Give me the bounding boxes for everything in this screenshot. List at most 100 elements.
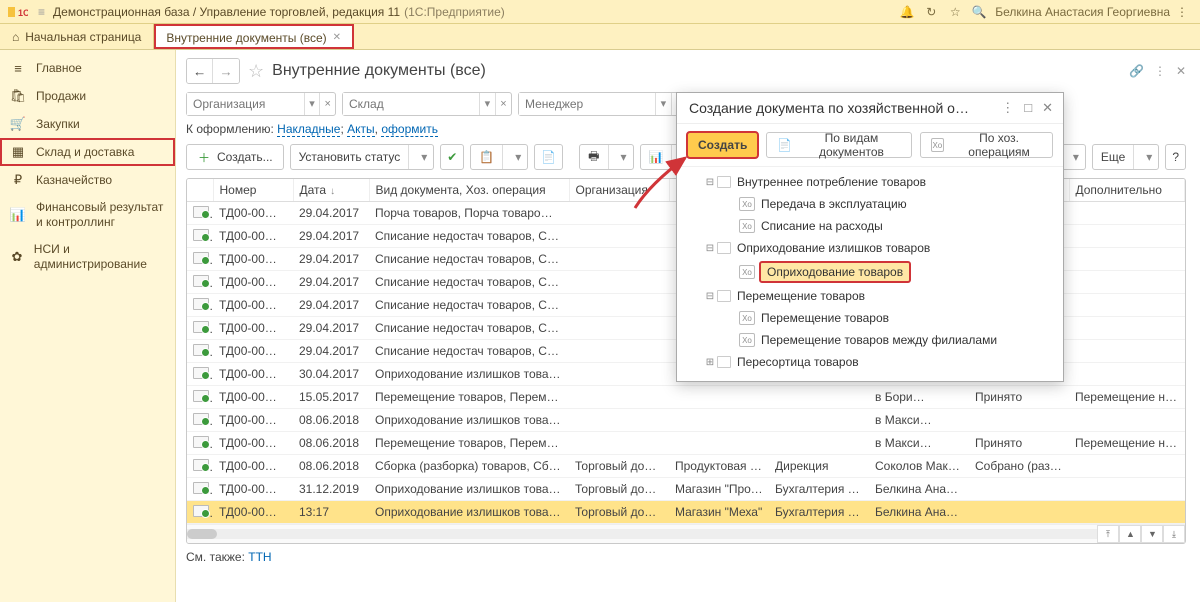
table-row[interactable]: ТД00-00…31.12.2019Оприходование излишков…	[187, 478, 1185, 501]
bag-icon: 🛍	[10, 88, 26, 104]
column-header[interactable]	[187, 179, 213, 202]
table-row[interactable]: ТД00-00…08.06.2018Перемещение товаров, П…	[187, 432, 1185, 455]
horizontal-scrollbar[interactable]	[187, 529, 1097, 539]
sidebar-item-warehouse[interactable]: ▦ Склад и доставка	[0, 138, 175, 166]
logo-icon: 1С	[8, 5, 28, 19]
sidebar-item-nsi[interactable]: ✿ НСИ и администрирование	[0, 236, 175, 278]
column-header[interactable]: Дата↓	[293, 179, 369, 202]
chevron-down-icon[interactable]: ▾	[615, 150, 633, 164]
ok-button[interactable]: ✔	[440, 144, 464, 170]
table-row[interactable]: ТД00-00…15.05.2017Перемещение товаров, П…	[187, 386, 1185, 409]
chevron-down-icon[interactable]: ▾	[1067, 150, 1085, 164]
overflow-icon[interactable]: ⋮	[1170, 0, 1194, 24]
pending-link-naklad[interactable]: Накладные	[277, 122, 340, 137]
tree-item[interactable]: ХоОприходование товаров	[685, 259, 1055, 285]
scroll-top-button[interactable]: ⤒	[1097, 525, 1119, 543]
logo-1c: 1С	[6, 3, 30, 21]
sidebar-item-main[interactable]: ≡ Главное	[0, 54, 175, 82]
tree-folder[interactable]: ⊟Перемещение товаров	[685, 285, 1055, 307]
dropdown-icon[interactable]: ▾	[655, 93, 671, 115]
scroll-down-button[interactable]: ▼	[1141, 525, 1163, 543]
tree-toggle-icon[interactable]: ⊟	[703, 291, 717, 302]
history-icon[interactable]: ↻	[919, 0, 943, 24]
column-header[interactable]: Организация	[569, 179, 669, 202]
nav-forward-button[interactable]: →	[213, 59, 239, 83]
chevron-down-icon[interactable]: ▾	[1140, 150, 1158, 164]
column-header[interactable]: Номер	[213, 179, 293, 202]
favorite-toggle[interactable]: ☆	[248, 61, 264, 82]
dropdown-icon[interactable]: ▾	[479, 93, 495, 115]
filter-manager-input[interactable]	[519, 93, 655, 115]
cell-add	[1069, 363, 1185, 386]
chevron-down-icon[interactable]: ▾	[509, 150, 527, 164]
folder-icon	[717, 176, 731, 188]
cell-status: Принято	[969, 386, 1069, 409]
document-icon	[193, 229, 209, 241]
filter-warehouse-input[interactable]	[343, 93, 479, 115]
column-header[interactable]: Вид документа, Хоз. операция	[369, 179, 569, 202]
main-menu-icon[interactable]: ≡	[30, 5, 53, 19]
column-header[interactable]: Дополнительно	[1069, 179, 1185, 202]
clear-icon[interactable]: ×	[319, 93, 335, 115]
tree-folder[interactable]: ⊟Внутреннее потребление товаров	[685, 171, 1055, 193]
nav-back-button[interactable]: ←	[187, 59, 213, 83]
tree-item[interactable]: ХоПередача в эксплуатацию	[685, 193, 1055, 215]
dialog-by-doc-button[interactable]: 📄 По видам документов	[766, 132, 911, 158]
tab-start-page[interactable]: ⌂ Начальная страница	[0, 24, 154, 49]
sidebar-item-purchases[interactable]: 🛒 Закупки	[0, 110, 175, 138]
close-page-icon[interactable]: ✕	[1176, 64, 1186, 78]
scroll-bottom-button[interactable]: ⤓	[1163, 525, 1185, 543]
tree-item[interactable]: ХоПеремещение товаров	[685, 307, 1055, 329]
dialog-by-op-button[interactable]: Хо По хоз. операциям	[920, 132, 1053, 158]
tree-folder[interactable]: ⊞Пересортица товаров	[685, 351, 1055, 373]
footnote-link[interactable]: ТТН	[248, 550, 271, 564]
tab-internal-docs[interactable]: Внутренние документы (все) ✕	[154, 24, 354, 49]
menu-dots-icon[interactable]: ⋮	[1154, 64, 1166, 78]
dropdown-icon[interactable]: ▾	[304, 93, 320, 115]
create-document-dialog: Создание документа по хозяйственной о… ⋮…	[676, 92, 1064, 382]
sidebar-item-sales[interactable]: 🛍 Продажи	[0, 82, 175, 110]
create-button[interactable]: ＋ Создать...	[186, 144, 284, 170]
operation-tree[interactable]: ⊟Внутреннее потребление товаровХоПередач…	[677, 166, 1063, 381]
scroll-up-button[interactable]: ▲	[1119, 525, 1141, 543]
duplicate-button[interactable]: 📄	[534, 144, 563, 170]
link-icon[interactable]: 🔗	[1129, 64, 1144, 78]
filter-manager[interactable]: ▾ ×	[518, 92, 688, 116]
table-row[interactable]: ТД00-00…08.06.2018Сборка (разборка) това…	[187, 455, 1185, 478]
search-icon[interactable]: 🔍	[967, 0, 991, 24]
help-button[interactable]: ?	[1165, 144, 1186, 170]
table-row[interactable]: ТД00-00…08.06.2018Оприходование излишков…	[187, 409, 1185, 432]
close-icon[interactable]: ✕	[333, 32, 341, 43]
clipboard-button[interactable]: 📋 ▾	[470, 144, 528, 170]
tree-folder[interactable]: ⊟Оприходование излишков товаров	[685, 237, 1055, 259]
tab-label: Внутренние документы (все)	[166, 31, 326, 45]
tree-item[interactable]: ХоПеремещение товаров между филиалами	[685, 329, 1055, 351]
tree-item[interactable]: ХоСписание на расходы	[685, 215, 1055, 237]
dialog-create-button[interactable]: Создать	[687, 132, 758, 158]
pending-link-create[interactable]: оформить	[381, 122, 438, 137]
clear-icon[interactable]: ×	[495, 93, 511, 115]
filter-organization-input[interactable]	[187, 93, 304, 115]
chevron-down-icon[interactable]: ▾	[415, 150, 433, 164]
tree-toggle-icon[interactable]: ⊟	[703, 243, 717, 254]
tree-toggle-icon[interactable]: ⊞	[703, 357, 717, 368]
table-row[interactable]: ТД00-00…13:17Оприходование излишков това…	[187, 501, 1185, 524]
close-icon[interactable]: ✕	[1042, 100, 1053, 116]
set-status-button[interactable]: Установить статус ▾	[290, 144, 435, 170]
filter-organization[interactable]: ▾ ×	[186, 92, 336, 116]
cell-num: ТД00-00…	[213, 501, 293, 524]
more-button[interactable]: Еще ▾	[1092, 144, 1159, 170]
tree-toggle-icon[interactable]: ⊟	[703, 177, 717, 188]
sidebar-item-finance[interactable]: 📊 Финансовый результат и контроллинг	[0, 194, 175, 236]
print-button[interactable]: 🖶 ▾	[579, 144, 633, 170]
tree-label: Списание на расходы	[761, 219, 883, 233]
cell-org	[569, 271, 669, 294]
filter-warehouse[interactable]: ▾ ×	[342, 92, 512, 116]
menu-dots-icon[interactable]: ⋮	[1001, 100, 1014, 116]
sidebar-item-treasury[interactable]: ₽ Казначейство	[0, 166, 175, 194]
maximize-icon[interactable]: □	[1024, 100, 1032, 116]
pending-link-acts[interactable]: Акты	[347, 122, 375, 137]
bell-icon[interactable]: 🔔	[895, 0, 919, 24]
xo-icon: Хо	[739, 333, 755, 347]
star-icon[interactable]: ☆	[943, 0, 967, 24]
